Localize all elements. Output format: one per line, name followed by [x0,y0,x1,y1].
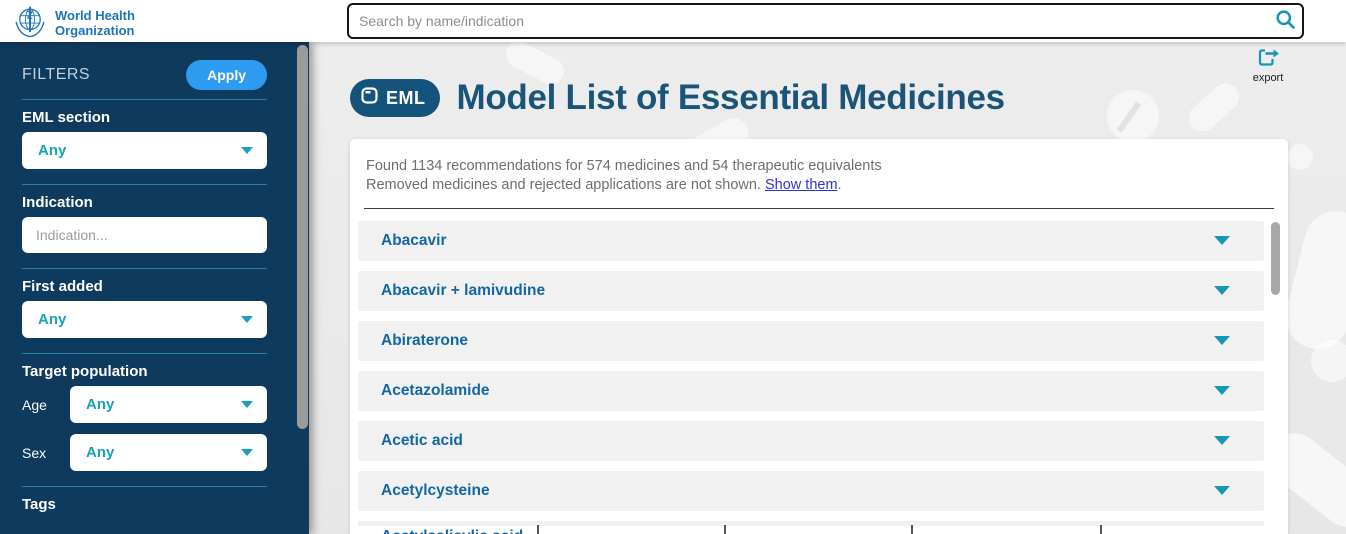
medicine-row[interactable]: Abacavir + lamivudine [358,271,1264,311]
filters-sidebar: FILTERS Apply EML section Any Indication… [0,42,309,534]
export-button[interactable]: export [1243,47,1293,84]
medicine-name: Acetylsalicylic acid [358,528,1264,534]
search-button[interactable] [1268,5,1302,37]
eml-section-value: Any [38,142,66,159]
tablet-watermark [1287,144,1313,170]
eml-badge: EML [350,79,440,117]
medicine-row[interactable]: Acetic acid [358,421,1264,461]
column-divider [911,525,913,534]
age-value: Any [86,396,114,413]
filters-title: FILTERS [22,66,90,84]
divider [22,353,267,354]
eml-book-icon [361,87,380,110]
chevron-down-icon [241,316,253,323]
show-them-link[interactable]: Show them [765,177,838,193]
sidebar-scrollbar[interactable] [297,45,308,429]
indication-input[interactable] [22,217,267,253]
row-strip [358,521,1264,526]
summary-line-2: Removed medicines and rejected applicati… [366,176,1272,195]
age-label: Age [22,397,70,413]
partial-row-area: Acetylsalicylic acid [350,521,1288,534]
divider [22,486,267,487]
chevron-down-icon [1214,436,1230,445]
who-logo-text: World Health Organization [55,9,135,37]
page-title: Model List of Essential Medicines [457,78,1005,118]
age-select[interactable]: Any [70,386,267,423]
tags-label: Tags [22,496,267,513]
capsule-watermark [1183,78,1244,137]
sex-label: Sex [22,445,70,461]
chevron-down-icon [241,147,253,154]
medicine-name: Acetic acid [381,432,463,450]
chevron-down-icon [1214,386,1230,395]
medicine-name: Abacavir [381,232,446,250]
indication-label: Indication [22,194,267,211]
search-bar [347,3,1304,39]
who-emblem-icon [12,3,48,44]
chevron-down-icon [241,449,253,456]
chevron-down-icon [1214,286,1230,295]
medicine-name: Acetazolamide [381,382,490,400]
eml-section-select[interactable]: Any [22,132,267,169]
results-card: Found 1134 recommendations for 574 medic… [350,139,1288,534]
medicine-name: Abiraterone [381,332,468,350]
medicine-row[interactable]: Abacavir [358,221,1264,261]
chevron-down-icon [1214,486,1230,495]
medicine-row-partial[interactable]: Acetylsalicylic acid [358,521,1264,534]
tablet-watermark [1311,340,1346,382]
medicine-row[interactable]: Abiraterone [358,321,1264,361]
divider [22,99,267,100]
first-added-label: First added [22,278,267,295]
divider [22,184,267,185]
results-summary: Found 1134 recommendations for 574 medic… [350,139,1288,196]
who-logo[interactable]: World Health Organization [12,3,135,44]
page-header: EML Model List of Essential Medicines [350,78,1005,118]
first-added-value: Any [38,311,66,328]
sex-value: Any [86,444,114,461]
medicine-row[interactable]: Acetazolamide [358,371,1264,411]
column-divider [724,525,726,534]
summary-line-1: Found 1134 recommendations for 574 medic… [366,157,1272,176]
medicine-name: Abacavir + lamivudine [381,282,545,300]
apply-button[interactable]: Apply [186,60,267,90]
medicine-list: Abacavir Abacavir + lamivudine Abiratero… [350,221,1288,511]
medicine-name: Acetylcysteine [381,482,490,500]
list-scrollbar[interactable] [1271,222,1280,295]
column-divider [1100,525,1102,534]
column-divider [537,525,539,534]
target-population-label: Target population [22,363,267,380]
divider [22,268,267,269]
chevron-down-icon [1214,336,1230,345]
sex-select[interactable]: Any [70,434,267,471]
search-icon [1275,9,1296,33]
chevron-down-icon [241,401,253,408]
top-bar: World Health Organization [0,0,1346,42]
medicine-row[interactable]: Acetylcysteine [358,471,1264,511]
main-content: export EML Model List of Essential Medic… [309,42,1346,534]
export-icon [1256,47,1281,71]
chevron-down-icon [1214,236,1230,245]
export-label: export [1253,72,1284,84]
eml-section-label: EML section [22,109,267,126]
divider [364,208,1274,209]
search-input[interactable] [349,5,1268,37]
eml-badge-label: EML [386,88,426,109]
first-added-select[interactable]: Any [22,301,267,338]
capsule-watermark [1279,204,1346,355]
